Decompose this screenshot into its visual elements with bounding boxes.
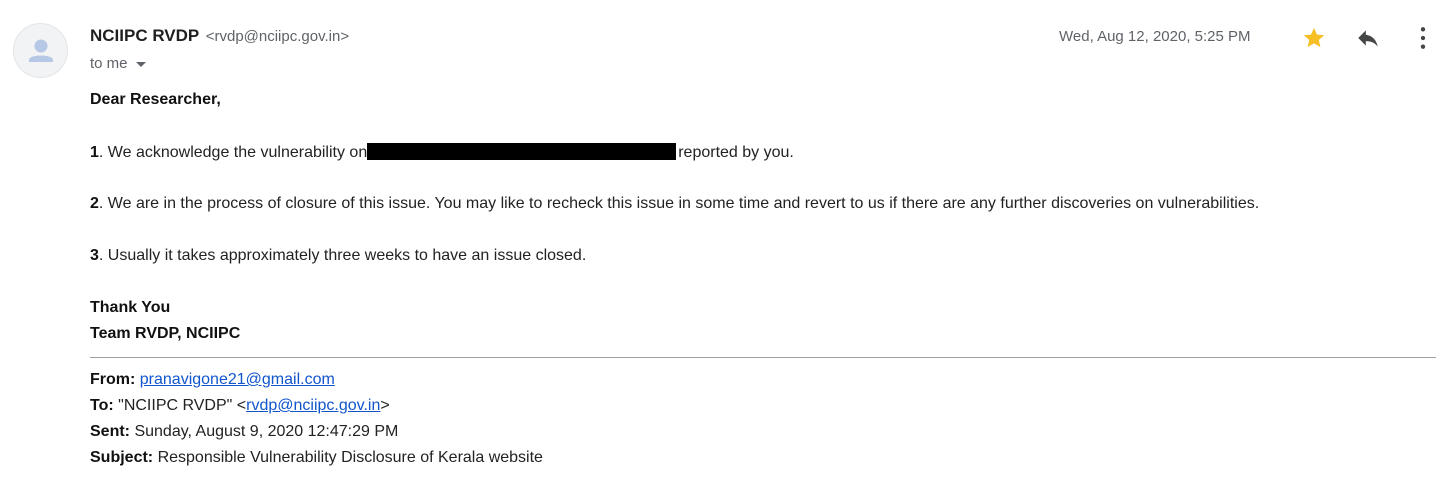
quoted-subject-value: Responsible Vulnerability Disclosure of … xyxy=(157,449,543,466)
quoted-to-suffix: > xyxy=(380,397,390,414)
sender-name[interactable]: NCIIPC RVDP xyxy=(90,26,199,45)
paragraph-text: . We are in the process of closure of th… xyxy=(98,195,1260,212)
sender-email: <rvdp@nciipc.gov.in> xyxy=(205,28,350,45)
quote-divider xyxy=(90,357,1436,358)
recipient-details-toggle[interactable]: to me xyxy=(90,55,146,72)
email-date: Wed, Aug 12, 2020, 5:25 PM xyxy=(1059,28,1251,45)
quoted-subject-label: Subject: xyxy=(90,449,154,466)
greeting: Dear Researcher, xyxy=(90,91,221,108)
default-person-icon xyxy=(29,39,53,62)
sender-line: NCIIPC RVDP <rvdp@nciipc.gov.in> xyxy=(90,26,349,46)
quoted-sent: Sent: Sunday, August 9, 2020 12:47:29 PM xyxy=(90,423,398,441)
quoted-to-prefix: "NCIIPC RVDP" < xyxy=(118,397,247,414)
quoted-to-label: To: xyxy=(90,397,114,414)
sender-avatar[interactable] xyxy=(13,23,68,78)
quoted-sent-label: Sent: xyxy=(90,423,130,440)
signature-line-1: Thank You xyxy=(90,299,171,316)
quoted-from-email-link[interactable]: pranavigone21@gmail.com xyxy=(140,371,335,388)
quoted-to: To: "NCIIPC RVDP" <rvdp@nciipc.gov.in> xyxy=(90,397,390,415)
paragraph-text: . Usually it takes approximately three w… xyxy=(98,247,587,264)
reply-button[interactable] xyxy=(1355,25,1381,51)
paragraph-text: reported by you. xyxy=(678,144,794,161)
paragraph-2: 2. We are in the process of closure of t… xyxy=(90,195,1259,213)
reply-icon xyxy=(1358,30,1378,47)
star-button[interactable] xyxy=(1301,25,1327,51)
quoted-sent-value: Sunday, August 9, 2020 12:47:29 PM xyxy=(134,423,399,440)
paragraph-text: . We acknowledge the vulnerability on xyxy=(98,144,368,161)
quoted-from: From: pranavigone21@gmail.com xyxy=(90,371,335,389)
quoted-subject: Subject: Responsible Vulnerability Discl… xyxy=(90,449,543,467)
more-vert-icon xyxy=(1420,27,1426,49)
more-options-button[interactable] xyxy=(1410,25,1436,51)
quoted-to-email-link[interactable]: rvdp@nciipc.gov.in xyxy=(246,397,380,414)
paragraph-1: 1. We acknowledge the vulnerability on re… xyxy=(90,143,794,162)
caret-down-icon[interactable] xyxy=(135,61,146,67)
paragraph-number: 1 xyxy=(90,144,99,161)
redaction-block xyxy=(367,143,677,160)
recipient-label: to me xyxy=(90,55,128,72)
paragraph-number: 3 xyxy=(90,247,99,264)
paragraph-number: 2 xyxy=(90,195,99,212)
signature-line-2: Team RVDP, NCIIPC xyxy=(90,325,241,342)
star-icon xyxy=(1303,28,1325,48)
paragraph-3: 3. Usually it takes approximately three … xyxy=(90,247,586,265)
quoted-from-label: From: xyxy=(90,371,136,388)
